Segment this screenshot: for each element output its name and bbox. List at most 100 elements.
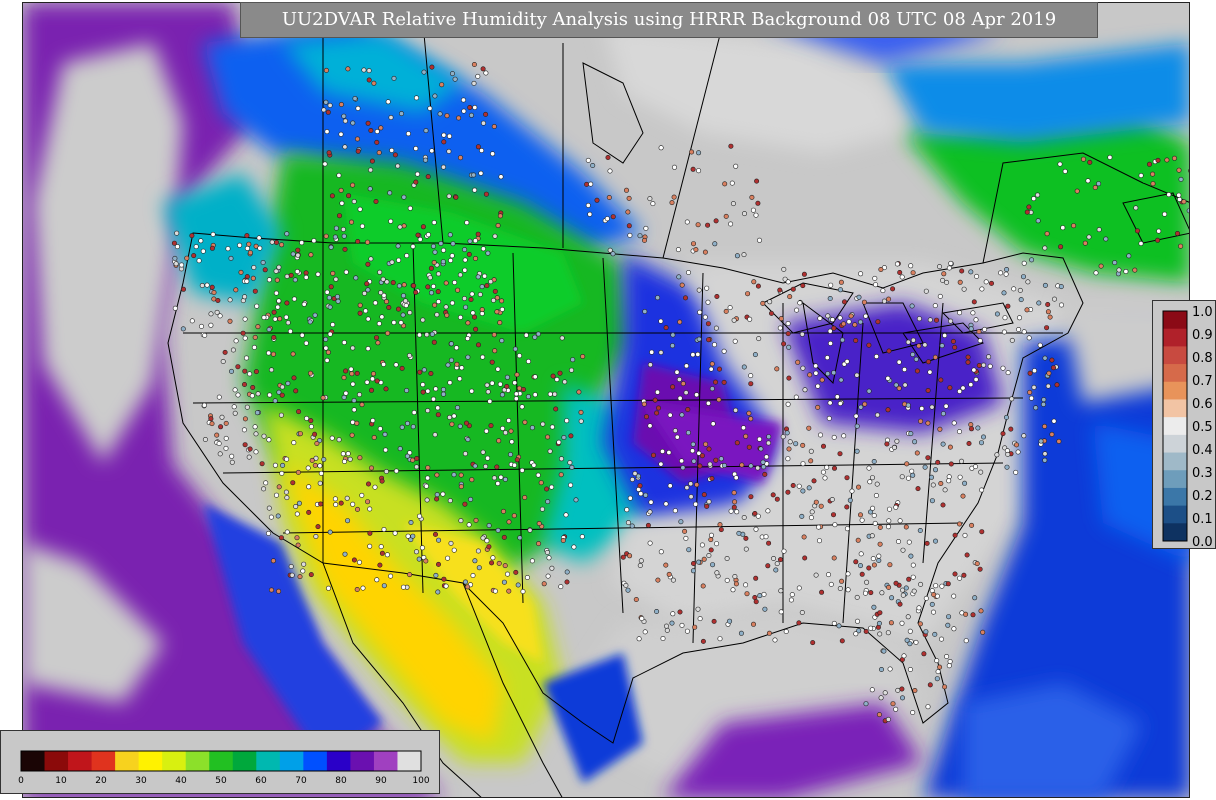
station-marker	[781, 341, 787, 347]
station-marker	[372, 484, 378, 490]
station-marker	[416, 556, 422, 562]
station-marker	[697, 463, 703, 469]
station-marker	[492, 348, 498, 354]
station-marker	[327, 304, 333, 310]
station-marker	[765, 508, 771, 514]
station-marker	[837, 585, 843, 591]
station-marker	[341, 113, 347, 119]
station-marker	[925, 359, 931, 365]
station-marker	[395, 163, 401, 169]
station-marker	[755, 283, 761, 289]
station-marker	[706, 337, 712, 343]
station-marker	[1132, 267, 1138, 273]
station-marker	[308, 572, 314, 578]
station-marker	[921, 651, 927, 657]
station-marker	[723, 308, 729, 314]
station-marker	[588, 181, 594, 187]
station-marker	[312, 431, 318, 437]
station-marker	[808, 458, 814, 464]
station-marker	[408, 519, 414, 525]
station-marker	[1024, 307, 1030, 313]
station-marker	[202, 436, 208, 442]
station-marker	[982, 326, 988, 332]
station-marker	[299, 240, 305, 246]
station-marker	[495, 223, 501, 229]
station-marker	[679, 458, 685, 464]
station-marker	[683, 390, 689, 396]
station-marker	[354, 420, 360, 426]
station-marker	[765, 440, 771, 446]
station-marker	[910, 351, 916, 357]
colorbar-tick-label: 0.6	[1192, 397, 1213, 412]
station-marker	[549, 565, 555, 571]
station-marker	[1033, 405, 1039, 411]
station-marker	[497, 320, 503, 326]
station-marker	[308, 424, 314, 430]
colorbar-tick-label: 100	[412, 776, 429, 786]
colorbar-swatch	[397, 751, 422, 771]
station-marker	[831, 370, 837, 376]
station-marker	[1046, 370, 1052, 376]
station-marker	[785, 489, 791, 495]
station-marker	[451, 413, 457, 419]
station-marker	[832, 522, 838, 528]
station-marker	[845, 571, 851, 577]
station-marker	[202, 332, 208, 338]
station-marker	[952, 344, 958, 350]
station-marker	[679, 622, 685, 628]
station-marker	[1025, 279, 1031, 285]
station-marker	[368, 128, 374, 134]
station-marker	[495, 480, 501, 486]
colorbar-swatch	[1163, 364, 1187, 383]
station-marker	[976, 362, 982, 368]
station-marker	[862, 401, 868, 407]
station-marker	[579, 534, 585, 540]
station-marker	[636, 636, 642, 642]
station-marker	[295, 542, 301, 548]
station-marker	[877, 524, 883, 530]
station-marker	[314, 440, 320, 446]
station-marker	[894, 261, 900, 267]
station-marker	[335, 298, 341, 304]
station-marker	[365, 120, 371, 126]
station-marker	[471, 80, 477, 86]
station-marker	[289, 572, 295, 578]
station-marker	[885, 407, 891, 413]
station-marker	[722, 181, 728, 187]
station-marker	[431, 220, 437, 226]
station-marker	[410, 424, 416, 430]
station-marker	[478, 170, 484, 176]
station-marker	[357, 310, 363, 316]
station-marker	[376, 321, 382, 327]
station-marker	[736, 530, 742, 536]
station-marker	[747, 316, 753, 322]
station-marker	[573, 497, 579, 503]
station-marker	[427, 275, 433, 281]
station-marker	[414, 455, 420, 461]
station-marker	[423, 128, 429, 134]
station-marker	[994, 452, 1000, 458]
station-marker	[838, 279, 844, 285]
station-marker	[467, 238, 473, 244]
station-marker	[849, 488, 855, 494]
station-marker	[381, 526, 387, 532]
station-marker	[299, 332, 305, 338]
station-marker	[351, 397, 357, 403]
station-marker	[447, 380, 453, 386]
station-marker	[459, 365, 465, 371]
station-marker	[994, 311, 1000, 317]
colorbar-tick-label: 30	[135, 776, 147, 786]
station-marker	[365, 316, 371, 322]
station-marker	[793, 394, 799, 400]
colorbar-tick-label: 0.1	[1192, 512, 1213, 527]
station-marker	[241, 427, 247, 433]
station-marker	[1093, 270, 1099, 276]
station-marker	[702, 314, 708, 320]
station-marker	[452, 76, 458, 82]
station-marker	[671, 194, 677, 200]
station-marker	[324, 289, 330, 295]
station-marker	[859, 517, 865, 523]
station-marker	[223, 435, 229, 441]
station-marker	[929, 498, 935, 504]
station-marker	[781, 548, 787, 554]
